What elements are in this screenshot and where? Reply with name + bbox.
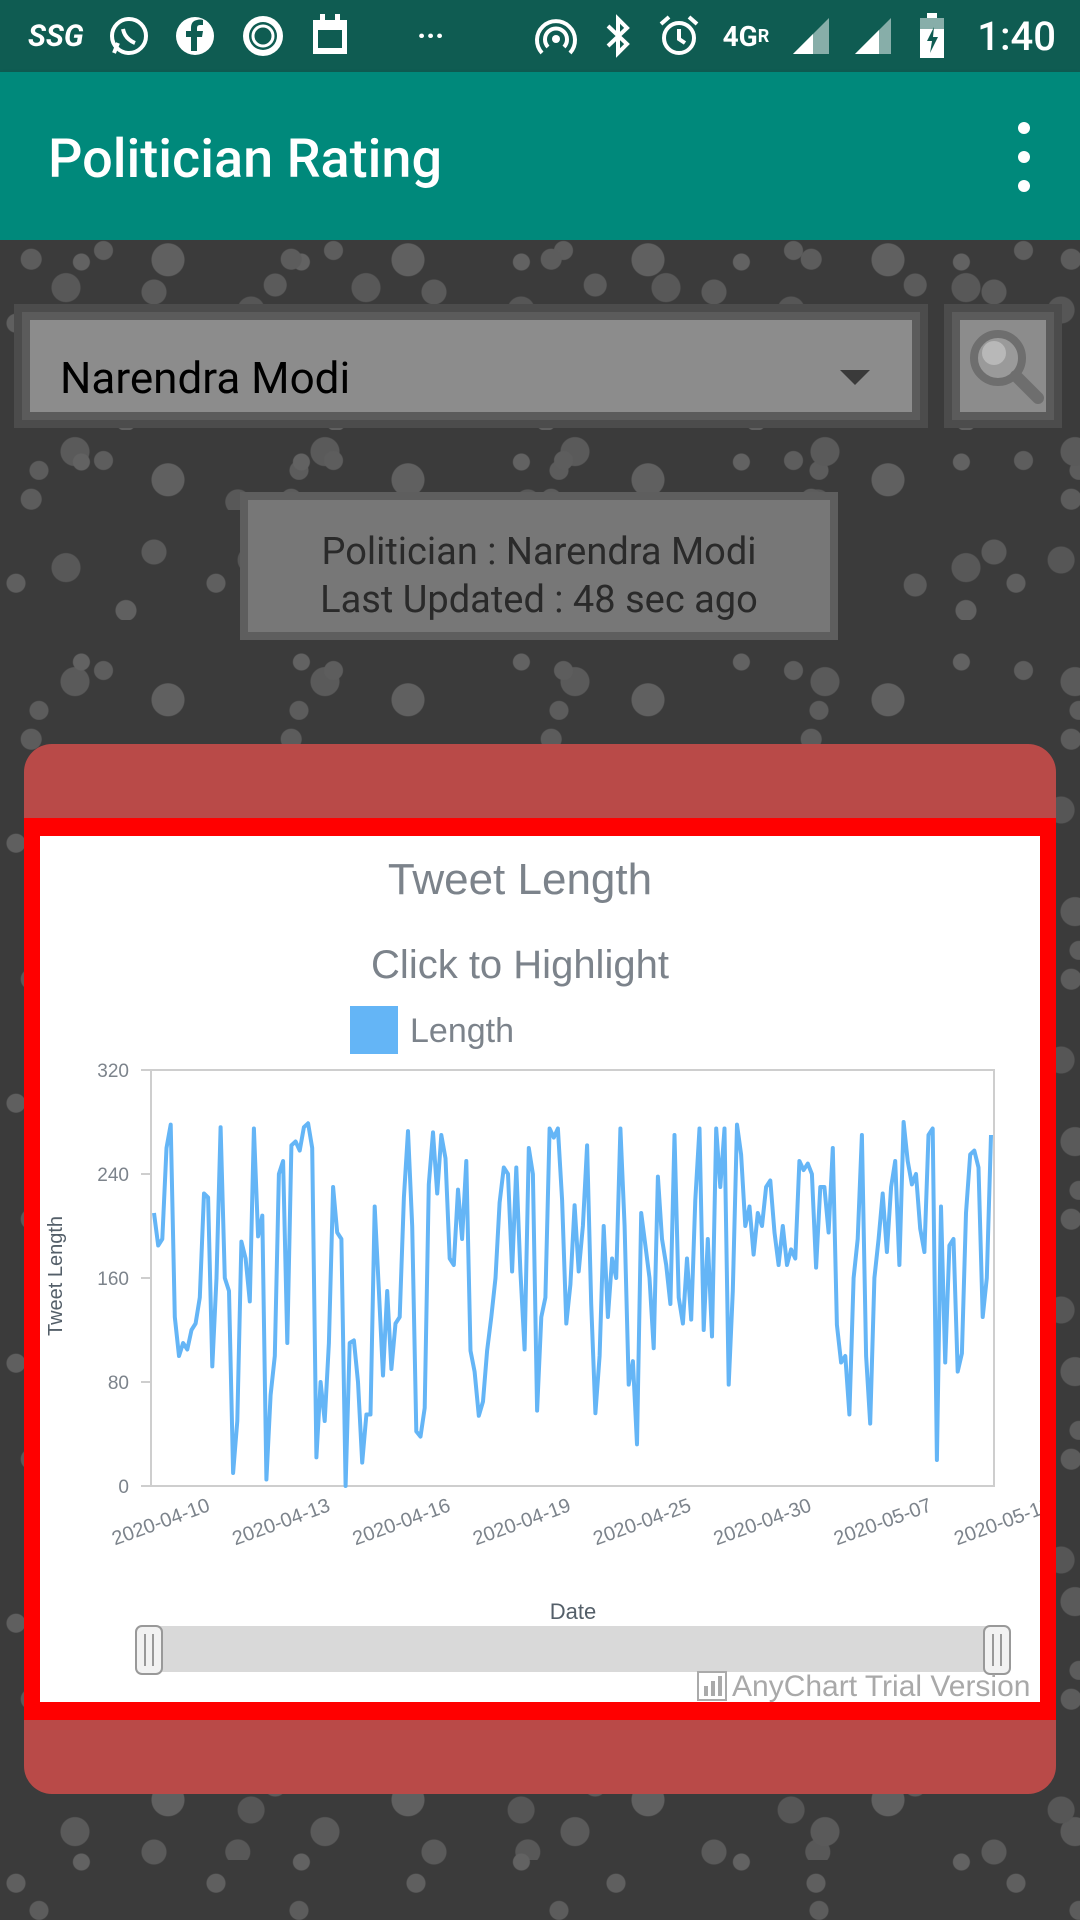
app-title: Politician Rating — [48, 128, 443, 191]
chart-container[interactable]: Tweet Length Click to Highlight Length T… — [40, 836, 1040, 1702]
y-tick-label: 0 — [118, 1477, 129, 1498]
politician-info-card: Politician : Narendra Modi Last Updated … — [240, 492, 838, 640]
status-bar: SSG ··· 4G R 1:40 — [0, 0, 1080, 72]
alarm-icon — [657, 15, 701, 56]
scroller-right-handle[interactable] — [983, 1625, 1011, 1675]
politician-dropdown-value: Narendra Modi — [60, 352, 351, 404]
search-icon — [970, 330, 1044, 404]
signal-icon — [791, 16, 831, 56]
politician-dropdown[interactable]: Narendra Modi — [14, 304, 928, 428]
y-tick-label: 320 — [97, 1061, 129, 1082]
tweet-length-chart[interactable]: Tweet Length Click to Highlight Length T… — [40, 836, 1040, 1702]
x-tick-label: 2020-04-19 — [470, 1495, 574, 1551]
overflow-menu-icon[interactable] — [1004, 122, 1044, 192]
x-axis-title: Date — [550, 1599, 596, 1624]
legend-item-length[interactable]: Length — [410, 1012, 514, 1050]
app-bar: Politician Rating — [0, 72, 1080, 240]
anychart-logo-icon — [697, 1671, 727, 1701]
series-line-length[interactable] — [152, 1120, 993, 1488]
politician-name-label: Politician : Narendra Modi — [321, 530, 757, 574]
x-tick-label: 2020-04-16 — [350, 1495, 454, 1551]
hotspot-icon — [533, 16, 579, 56]
legend-swatch[interactable] — [350, 1006, 398, 1054]
signal-icon-2 — [853, 16, 893, 56]
clock: 1:40 — [977, 12, 1056, 60]
x-tick-label: 2020-04-13 — [229, 1495, 333, 1551]
chart-title: Tweet Length — [388, 855, 652, 904]
network-type-label: 4G R — [722, 19, 770, 53]
calendar-icon — [310, 14, 350, 56]
scroller-track[interactable] — [148, 1626, 998, 1672]
y-tick-label: 80 — [108, 1373, 129, 1394]
more-dots-icon: ··· — [417, 18, 445, 54]
x-tick-label: 2020-05-15 — [951, 1495, 1040, 1551]
y-axis-title: Tweet Length — [45, 1216, 67, 1336]
x-tick-label: 2020-04-25 — [590, 1495, 694, 1551]
y-tick-label: 240 — [97, 1165, 129, 1186]
watermark-label: AnyChart Trial Version — [732, 1670, 1030, 1702]
scroller-left-handle[interactable] — [135, 1625, 163, 1675]
camera-ring-icon — [240, 16, 286, 56]
bluetooth-icon — [601, 14, 635, 58]
search-button[interactable] — [944, 304, 1062, 428]
whatsapp-icon — [108, 16, 150, 56]
ssg-icon: SSG — [28, 18, 84, 54]
battery-charging-icon — [915, 13, 949, 58]
x-tick-label: 2020-04-30 — [711, 1495, 815, 1551]
y-tick-label: 160 — [97, 1269, 129, 1290]
last-updated-label: Last Updated : 48 sec ago — [320, 578, 758, 622]
x-tick-label: 2020-04-10 — [109, 1495, 213, 1551]
legend-title: Click to Highlight — [371, 943, 669, 987]
chevron-down-icon — [840, 370, 870, 385]
x-tick-label: 2020-05-07 — [831, 1495, 935, 1551]
facebook-icon — [174, 16, 216, 56]
